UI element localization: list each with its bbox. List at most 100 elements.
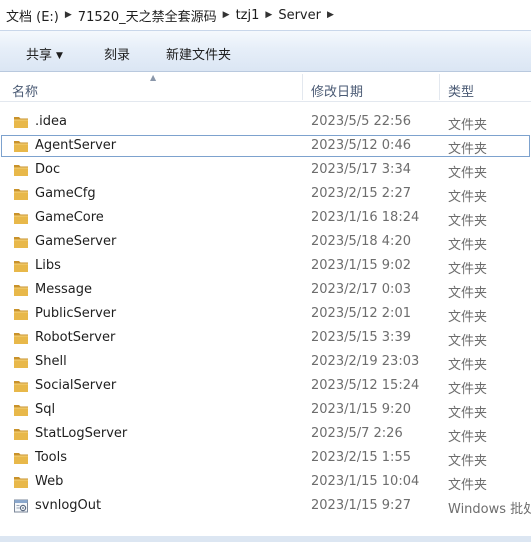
column-divider[interactable] [439,74,440,100]
burn-button[interactable]: 刻录 [104,44,130,63]
dropdown-arrow-icon: ▼ [56,51,63,61]
file-row[interactable]: Message 2023/2/17 0:03 文件夹 [0,278,531,302]
file-name: GameCore [35,210,104,225]
file-name: svnlogOut [35,498,102,513]
folder-icon [14,213,28,224]
folder-icon [14,285,28,296]
column-type[interactable]: 类型 [448,81,474,100]
command-bar: 共享 ▼ 刻录 新建文件夹 [0,30,531,72]
file-date: 2023/1/15 9:20 [311,402,411,417]
folder-icon [14,309,28,320]
file-row[interactable]: .idea 2023/5/5 22:56 文件夹 [0,110,531,134]
file-row[interactable]: PublicServer 2023/5/12 2:01 文件夹 [0,302,531,326]
chevron-right-icon[interactable]: ▶ [327,10,334,20]
file-row[interactable]: GameCore 2023/1/16 18:24 文件夹 [0,206,531,230]
folder-icon [14,405,28,416]
file-date: 2023/2/17 0:03 [311,282,411,297]
file-date: 2023/5/12 2:01 [311,306,411,321]
file-date: 2023/2/15 1:55 [311,450,411,465]
column-date-modified[interactable]: 修改日期 [311,81,363,100]
file-name: Sql [35,402,56,417]
file-name: Libs [35,258,61,273]
file-date: 2023/5/15 3:39 [311,330,411,345]
file-type: 文件夹 [448,358,488,373]
file-type: 文件夹 [448,310,488,325]
new-folder-button[interactable]: 新建文件夹 [166,44,231,63]
file-date: 2023/2/19 23:03 [311,354,420,369]
file-type: 文件夹 [448,190,488,205]
folder-icon [14,333,28,344]
file-name: Web [35,474,64,489]
file-name: Shell [35,354,67,369]
file-name: Message [35,282,92,297]
file-name: GameCfg [35,186,96,201]
folder-icon [14,477,28,488]
file-date: 2023/5/7 2:26 [311,426,403,441]
folder-icon [14,237,28,248]
column-header-row: ▲ 名称 修改日期 类型 [0,72,531,102]
file-row[interactable]: Shell 2023/2/19 23:03 文件夹 [0,350,531,374]
file-row[interactable]: Doc 2023/5/17 3:34 文件夹 [0,158,531,182]
sort-ascending-icon: ▲ [150,73,157,82]
file-row[interactable]: Sql 2023/1/15 9:20 文件夹 [0,398,531,422]
file-date: 2023/1/15 9:27 [311,498,411,513]
file-list: .idea 2023/5/5 22:56 文件夹 AgentServer 202… [0,110,531,518]
file-name: GameServer [35,234,117,249]
folder-icon [14,141,28,152]
file-name: AgentServer [35,138,117,153]
file-type: 文件夹 [448,118,488,133]
file-date: 2023/5/18 4:20 [311,234,411,249]
file-date: 2023/5/12 0:46 [311,138,411,153]
file-row[interactable]: SocialServer 2023/5/12 15:24 文件夹 [0,374,531,398]
file-row[interactable]: svnlogOut 2023/1/15 9:27 Windows 批处 [0,494,531,518]
column-divider[interactable] [302,74,303,100]
file-date: 2023/5/17 3:34 [311,162,411,177]
file-row[interactable]: StatLogServer 2023/5/7 2:26 文件夹 [0,422,531,446]
file-type: 文件夹 [448,214,488,229]
file-type: 文件夹 [448,382,488,397]
file-row[interactable]: AgentServer 2023/5/12 0:46 文件夹 [0,134,531,158]
file-name: Tools [35,450,68,465]
file-date: 2023/1/15 10:04 [311,474,420,489]
breadcrumb-drive[interactable]: 文档 (E:) [6,6,59,25]
breadcrumb-tzj1[interactable]: tzj1 [236,8,260,23]
share-label: 共享 [26,48,53,63]
batch-file-icon [14,499,28,513]
chevron-right-icon[interactable]: ▶ [265,10,272,20]
chevron-right-icon[interactable]: ▶ [223,10,230,20]
file-date: 2023/5/5 22:56 [311,114,411,129]
file-date: 2023/2/15 2:27 [311,186,411,201]
folder-icon [14,261,28,272]
file-type: 文件夹 [448,334,488,349]
file-type: Windows 批处 [448,502,531,517]
breadcrumb: 文档 (E:) ▶ 71520_天之禁全套源码 ▶ tzj1 ▶ Server … [0,0,531,30]
file-type: 文件夹 [448,430,488,445]
file-date: 2023/5/12 15:24 [311,378,420,393]
folder-icon [14,117,28,128]
file-name: StatLogServer [35,426,128,441]
folder-icon [14,165,28,176]
file-type: 文件夹 [448,454,488,469]
folder-icon [14,453,28,464]
file-row[interactable]: GameServer 2023/5/18 4:20 文件夹 [0,230,531,254]
chevron-right-icon[interactable]: ▶ [65,10,72,20]
file-type: 文件夹 [448,262,488,277]
file-row[interactable]: GameCfg 2023/2/15 2:27 文件夹 [0,182,531,206]
folder-icon [14,381,28,392]
breadcrumb-source-folder[interactable]: 71520_天之禁全套源码 [78,6,217,25]
file-row[interactable]: Web 2023/1/15 10:04 文件夹 [0,470,531,494]
share-button[interactable]: 共享 ▼ [26,44,63,63]
folder-icon [14,357,28,368]
file-row[interactable]: Tools 2023/2/15 1:55 文件夹 [0,446,531,470]
file-row[interactable]: RobotServer 2023/5/15 3:39 文件夹 [0,326,531,350]
explorer-window: 文档 (E:) ▶ 71520_天之禁全套源码 ▶ tzj1 ▶ Server … [0,0,531,542]
file-name: RobotServer [35,330,116,345]
file-row[interactable]: Libs 2023/1/15 9:02 文件夹 [0,254,531,278]
folder-icon [14,189,28,200]
breadcrumb-server[interactable]: Server [278,8,321,23]
column-name[interactable]: 名称 [12,81,38,100]
status-bar-edge [0,536,531,542]
file-name: .idea [35,114,67,129]
folder-icon [14,429,28,440]
file-type: 文件夹 [448,406,488,421]
